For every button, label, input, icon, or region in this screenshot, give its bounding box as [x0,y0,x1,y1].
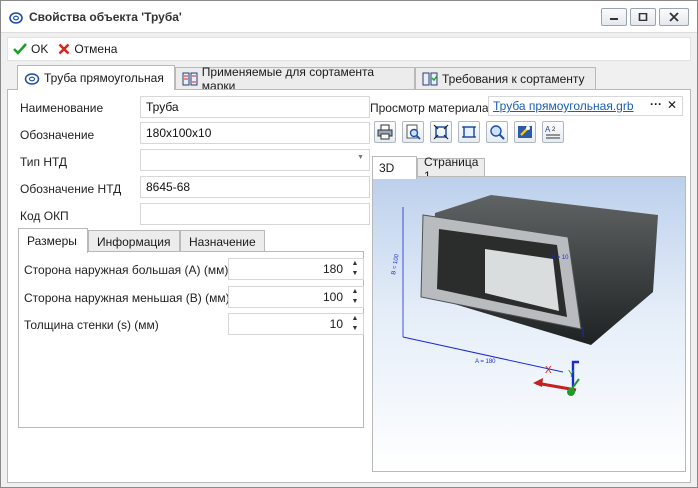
text-scale-button[interactable]: A2 [542,121,564,143]
tab-3d[interactable]: 3D [372,156,417,179]
tab-label: Труба прямоугольная [44,71,164,85]
dialog-window: Свойства объекта 'Труба' OK Отмена Труба… [0,0,698,488]
window-title: Свойства объекта 'Труба' [29,10,182,24]
dim-s-annotation: S = 10 [551,255,569,261]
ok-button[interactable]: OK [8,38,53,60]
dim-s-value: 10 [329,317,343,331]
close-button[interactable] [659,8,689,26]
axis-x-label: X [545,365,552,376]
dimension-line [402,336,564,373]
axis-y-label: Y [568,369,575,380]
requirements-icon [422,72,438,85]
clear-icon[interactable]: ✕ [667,98,677,112]
dim-b-label: Сторона наружная меньшая (B) (мм) [24,291,230,305]
dim-a-annotation: A = 180 [475,359,496,365]
dim-b-spinner[interactable]: 100 ▲ ▼ [228,286,364,308]
tab-content: Наименование Труба Обозначение 180x100x1… [7,89,691,483]
ntd-type-select[interactable]: ▼ [140,149,370,171]
minimize-icon [610,18,618,20]
name-label: Наименование [20,101,104,115]
zoom-page-icon [406,124,421,140]
cancel-icon [58,43,70,55]
ok-label: OK [31,42,49,56]
dim-a-spinner[interactable]: 180 ▲ ▼ [228,258,364,280]
maximize-icon [638,13,648,21]
print-button[interactable] [374,121,396,143]
svg-text:A: A [545,125,551,134]
spin-up-icon[interactable]: ▲ [350,315,360,323]
subtab-dimensions[interactable]: Размеры [18,228,88,253]
name-field[interactable]: Труба [140,96,370,118]
cancel-label: Отмена [74,42,118,56]
svg-text:2: 2 [552,127,556,133]
pipe-icon [24,73,40,85]
zoom-region-icon [490,125,505,140]
spin-up-icon[interactable]: ▲ [350,288,360,296]
ntd-type-label: Тип НТД [20,155,68,169]
settings-icon [518,126,532,138]
tab-grades[interactable]: Применяемые для сортамента марки [175,65,415,93]
spin-up-icon[interactable]: ▲ [350,260,360,268]
maximize-button[interactable] [630,8,656,26]
sub-tabs: Размеры Информация Назначение [18,228,364,253]
main-tabs: Труба прямоугольная Применяемые для сорт… [7,65,691,93]
title-bar: Свойства объекта 'Труба' [1,1,697,33]
material-file-link[interactable]: Труба прямоугольная.grb [493,99,634,113]
tab-rect-pipe[interactable]: Труба прямоугольная [17,65,175,90]
dim-b-value: 100 [322,290,343,304]
okp-label: Код ОКП [20,209,69,223]
dim-a-value: 180 [322,262,343,276]
tab-page-1[interactable]: Страница 1 [417,155,485,183]
designation-field[interactable]: 180x100x10 [140,122,370,144]
cancel-button[interactable]: Отмена [53,38,122,60]
tab-requirements[interactable]: Требования к сортаменту [415,67,596,89]
subtab-purpose[interactable]: Назначение [180,230,265,252]
viewer-tabs: 3D Страница 1 [372,155,684,183]
check-icon [13,43,27,55]
designation-label: Обозначение [20,128,95,142]
tab-label: Требования к сортаменту [442,71,585,86]
fit-all-icon [433,124,449,140]
spin-down-icon[interactable]: ▼ [350,325,360,333]
dropdown-arrow-icon: ▼ [357,154,364,161]
close-icon [669,12,679,22]
grades-icon [182,72,198,85]
zoom-page-button[interactable] [402,121,424,143]
dim-s-label: Толщина стенки (s) (мм) [24,318,159,332]
app-icon [9,12,23,24]
spin-down-icon[interactable]: ▼ [350,270,360,278]
material-file-field: Труба прямоугольная.grb ··· ✕ [488,96,683,116]
axis-origin [567,388,575,396]
fit-window-icon [462,126,476,138]
pipe-3d-model: A = 180 B = 100 S = 10 X Y [391,195,658,396]
text-scale-icon: A2 [545,125,560,139]
dim-s-spinner[interactable]: 10 ▲ ▼ [228,313,364,335]
dimensions-panel: Сторона наружная большая (A) (мм) 180 ▲ … [18,251,364,428]
fit-window-button[interactable] [458,121,480,143]
fit-all-button[interactable] [430,121,452,143]
dim-a-label: Сторона наружная большая (A) (мм) [24,263,229,277]
dim-b-annotation: B = 100 [391,253,401,275]
ntd-designation-field[interactable]: 8645-68 [140,176,370,198]
print-icon [377,124,393,140]
model-viewport[interactable]: A = 180 B = 100 S = 10 X Y [372,176,686,472]
toolbar: OK Отмена [7,37,691,61]
axis-x-arrow [533,378,543,387]
okp-field[interactable] [140,203,370,225]
viewer-label: Просмотр материала [370,101,489,115]
ntd-designation-label: Обозначение НТД [20,182,122,196]
subtab-info[interactable]: Информация [88,230,180,252]
browse-icon[interactable]: ··· [650,97,662,111]
minimize-button[interactable] [601,8,627,26]
settings-button[interactable] [514,121,536,143]
zoom-region-button[interactable] [486,121,508,143]
spin-down-icon[interactable]: ▼ [350,298,360,306]
